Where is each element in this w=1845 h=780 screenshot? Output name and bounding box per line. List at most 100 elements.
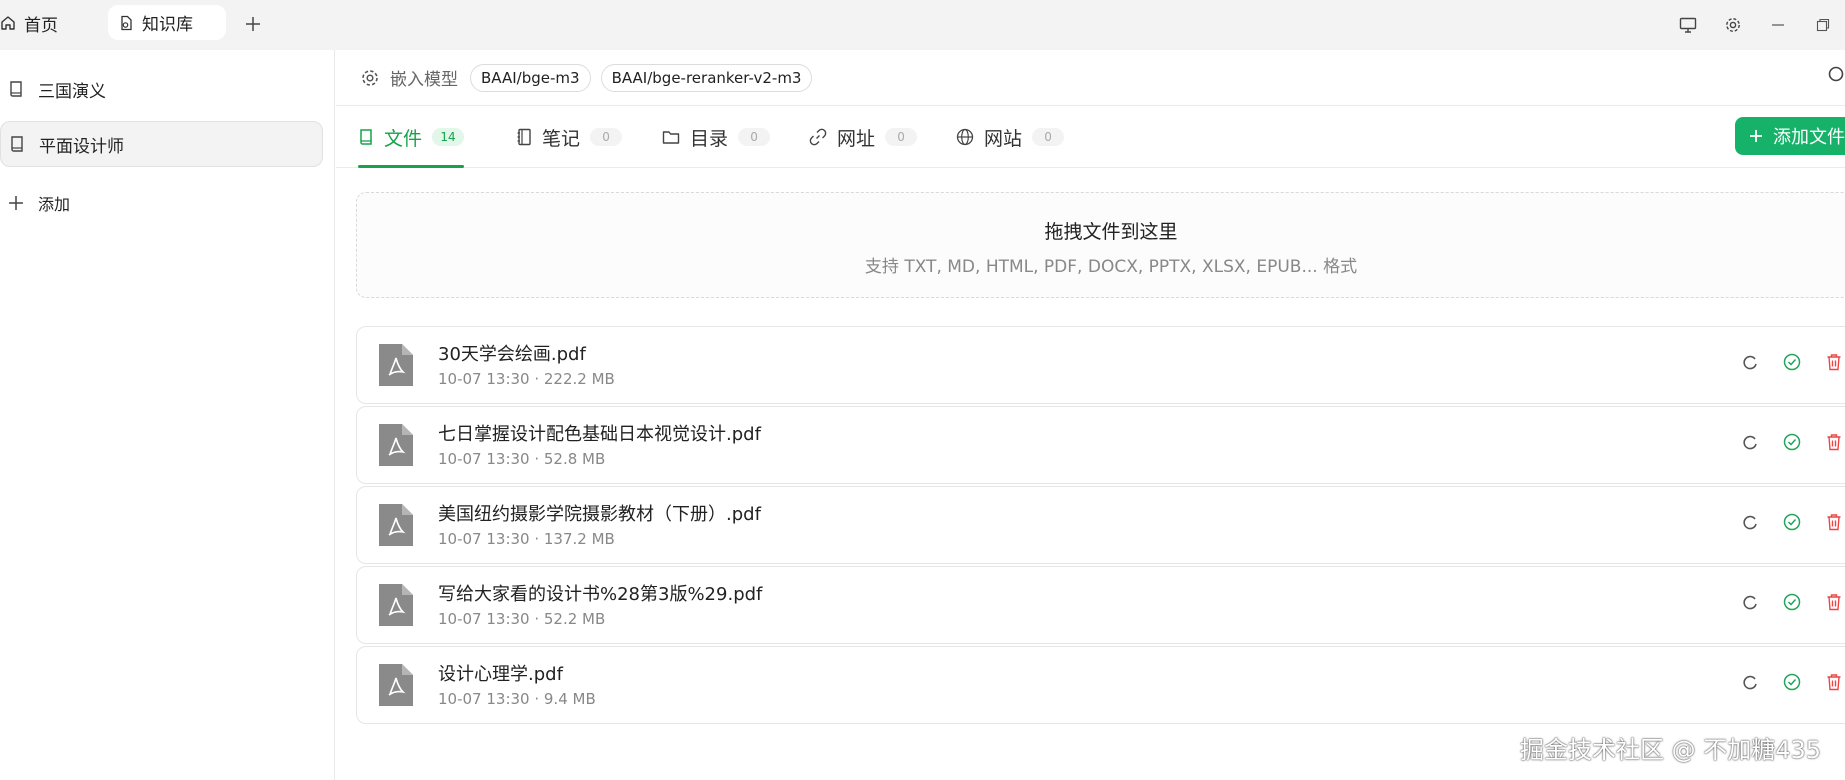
add-label: 添加 <box>38 195 71 214</box>
sidebar-item-label: 平面设计师 <box>39 136 124 157</box>
tab-website[interactable]: 网站 0 <box>956 107 1065 167</box>
file-actions <box>1741 353 1843 371</box>
plus-icon <box>1749 129 1763 143</box>
tab-count: 14 <box>432 128 465 146</box>
notebook-icon <box>516 128 532 146</box>
embedding-model-label: 嵌入模型 <box>390 70 458 90</box>
file-dropzone[interactable]: 拖拽文件到这里 支持 TXT, MD, HTML, PDF, DOCX, PPT… <box>356 192 1845 298</box>
check-circle-icon[interactable] <box>1783 433 1801 451</box>
tab-notes[interactable]: 笔记 0 <box>516 107 623 167</box>
pdf-file-icon <box>379 424 413 466</box>
file-meta: 10-07 13:30 · 52.8 MB <box>438 450 606 468</box>
tab-label: 笔记 <box>542 127 581 150</box>
tab-count: 0 <box>1032 128 1065 146</box>
tab-count: 0 <box>590 128 623 146</box>
new-tab-button[interactable] <box>241 12 265 36</box>
tab-label: 目录 <box>690 127 729 150</box>
tab-files[interactable]: 文件 14 <box>358 107 465 168</box>
gear-icon[interactable] <box>360 68 380 88</box>
title-bar: 首页 知识库 <box>0 0 1845 50</box>
reranker-model-chip[interactable]: BAAI/bge-reranker-v2-m3 <box>600 63 813 92</box>
add-files-label: 添加文件 <box>1773 127 1845 148</box>
model-bar: 嵌入模型 BAAI/bge-m3 BAAI/bge-reranker-v2-m3 <box>336 50 1845 106</box>
file-actions <box>1741 593 1843 611</box>
book-icon <box>8 80 24 98</box>
check-circle-icon[interactable] <box>1783 673 1801 691</box>
plus-icon <box>245 16 261 32</box>
settings-button[interactable] <box>1710 0 1755 50</box>
minimize-icon <box>1771 18 1785 32</box>
knowledge-sidebar: 三国演义 平面设计师 添加 <box>0 50 335 780</box>
search-icon[interactable] <box>1825 65 1845 85</box>
knowledge-icon <box>118 15 134 31</box>
minimize-button[interactable] <box>1755 0 1800 50</box>
refresh-icon[interactable] <box>1741 353 1759 371</box>
add-knowledge-base-button[interactable]: 添加 <box>8 190 70 216</box>
folder-icon <box>662 129 680 145</box>
check-circle-icon[interactable] <box>1783 513 1801 531</box>
file-name: 七日掌握设计配色基础日本视觉设计.pdf <box>438 424 761 445</box>
pdf-file-icon <box>379 344 413 386</box>
sidebar-item-sanguo[interactable]: 三国演义 <box>0 66 323 112</box>
tab-count: 0 <box>885 128 918 146</box>
pdf-file-icon <box>379 584 413 626</box>
tab-url[interactable]: 网址 0 <box>809 107 918 167</box>
restore-icon <box>1816 18 1830 32</box>
pdf-file-icon <box>379 504 413 546</box>
file-item[interactable]: 30天学会绘画.pdf 10-07 13:30 · 222.2 MB <box>356 326 1845 404</box>
tab-knowledge-label: 知识库 <box>142 15 193 35</box>
tab-home-label: 首页 <box>24 15 58 36</box>
add-files-button[interactable]: 添加文件 <box>1735 117 1845 155</box>
restore-button[interactable] <box>1800 0 1845 50</box>
trash-icon[interactable] <box>1825 673 1843 691</box>
file-item[interactable]: 七日掌握设计配色基础日本视觉设计.pdf 10-07 13:30 · 52.8 … <box>356 406 1845 484</box>
tab-knowledge-base[interactable]: 知识库 <box>108 5 226 40</box>
tab-label: 网址 <box>837 127 876 150</box>
file-meta: 10-07 13:30 · 9.4 MB <box>438 690 596 708</box>
file-meta: 10-07 13:30 · 222.2 MB <box>438 370 615 388</box>
file-tabs: 文件 14 笔记 0 目录 0 网址 0 网站 0 添加文件 <box>336 107 1845 168</box>
dropzone-subtitle: 支持 TXT, MD, HTML, PDF, DOCX, PPTX, XLSX,… <box>864 257 1358 277</box>
refresh-icon[interactable] <box>1741 433 1759 451</box>
file-name: 30天学会绘画.pdf <box>438 344 586 365</box>
sidebar-item-graphic-designer[interactable]: 平面设计师 <box>0 121 323 167</box>
trash-icon[interactable] <box>1825 433 1843 451</box>
main-panel: 嵌入模型 BAAI/bge-m3 BAAI/bge-reranker-v2-m3… <box>336 50 1845 780</box>
file-name: 美国纽约摄影学院摄影教材（下册）.pdf <box>438 504 761 525</box>
check-circle-icon[interactable] <box>1783 353 1801 371</box>
refresh-icon[interactable] <box>1741 673 1759 691</box>
file-actions <box>1741 433 1843 451</box>
file-item[interactable]: 设计心理学.pdf 10-07 13:30 · 9.4 MB <box>356 646 1845 724</box>
gear-icon <box>1724 16 1742 34</box>
file-actions <box>1741 673 1843 691</box>
plus-icon <box>8 195 24 211</box>
pdf-file-icon <box>379 664 413 706</box>
file-item[interactable]: 写给大家看的设计书%28第3版%29.pdf 10-07 13:30 · 52.… <box>356 566 1845 644</box>
trash-icon[interactable] <box>1825 593 1843 611</box>
monitor-button[interactable] <box>1665 0 1710 50</box>
monitor-icon <box>1679 16 1697 34</box>
refresh-icon[interactable] <box>1741 593 1759 611</box>
link-icon <box>809 128 827 146</box>
tab-home[interactable]: 首页 <box>0 10 58 36</box>
tab-label: 网站 <box>984 127 1023 150</box>
tab-count: 0 <box>738 128 771 146</box>
refresh-icon[interactable] <box>1741 513 1759 531</box>
sidebar-item-label: 三国演义 <box>38 81 106 102</box>
book-icon <box>9 135 25 153</box>
file-name: 设计心理学.pdf <box>438 664 563 685</box>
embedding-model-chip[interactable]: BAAI/bge-m3 <box>470 63 591 92</box>
tab-directory[interactable]: 目录 0 <box>662 107 771 167</box>
book-icon <box>358 128 374 146</box>
file-actions <box>1741 513 1843 531</box>
watermark: 掘金技术社区 @ 不加糖435 <box>1520 736 1822 764</box>
home-icon <box>0 15 16 31</box>
window-controls <box>1665 0 1845 50</box>
trash-icon[interactable] <box>1825 513 1843 531</box>
check-circle-icon[interactable] <box>1783 593 1801 611</box>
file-name: 写给大家看的设计书%28第3版%29.pdf <box>438 584 763 605</box>
tab-label: 文件 <box>384 127 423 150</box>
globe-icon <box>956 128 974 146</box>
trash-icon[interactable] <box>1825 353 1843 371</box>
file-item[interactable]: 美国纽约摄影学院摄影教材（下册）.pdf 10-07 13:30 · 137.2… <box>356 486 1845 564</box>
